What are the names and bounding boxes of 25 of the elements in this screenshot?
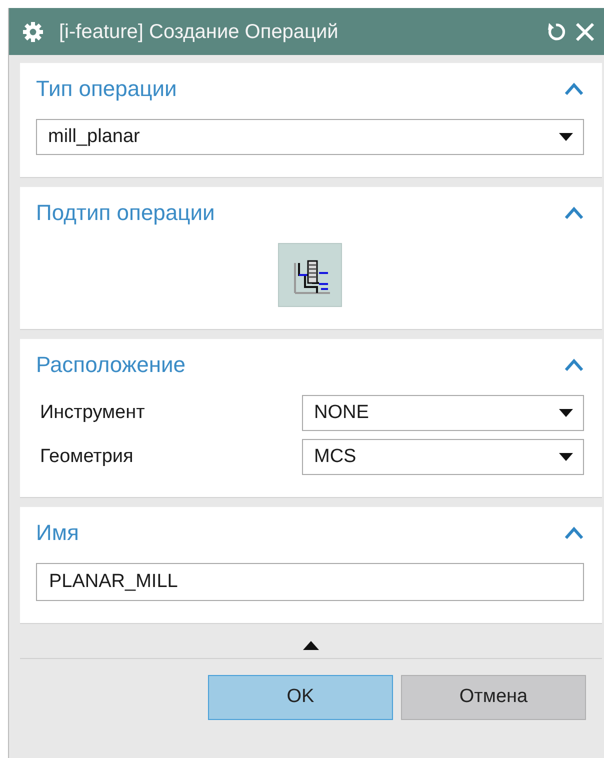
expand-arrow-icon[interactable] [303, 641, 319, 650]
chevron-icon[interactable] [564, 206, 584, 220]
dialog-button[interactable]: OK [208, 675, 393, 720]
section-title[interactable]: Имя [36, 519, 79, 547]
name-field[interactable]: PLANAR_MILL [36, 563, 584, 601]
chevron-icon[interactable] [564, 526, 584, 540]
dropdown-caret-icon[interactable] [559, 453, 573, 461]
field-dropdown[interactable]: MCS [302, 439, 584, 475]
planar-mill-button[interactable] [278, 243, 342, 307]
chevron-icon[interactable] [564, 358, 584, 372]
close-icon[interactable] [574, 20, 596, 42]
dropdown-caret-icon[interactable] [559, 133, 573, 141]
section-title[interactable]: Расположение [36, 351, 186, 379]
field-dropdown[interactable]: NONE [302, 395, 584, 431]
field-label: Геометрия [39, 444, 134, 469]
dropdown-caret-icon[interactable] [559, 409, 573, 417]
section-title[interactable]: Подтип операции [36, 199, 215, 227]
section-title[interactable]: Тип операции [36, 75, 177, 103]
window-title: [i-feature] Создание Операций [59, 20, 340, 44]
chevron-icon[interactable] [564, 82, 584, 96]
dialog-button[interactable]: Отмена [401, 675, 586, 720]
operation-type-dropdown[interactable]: mill_planar [36, 119, 584, 155]
gear-icon[interactable] [23, 22, 43, 42]
field-label: Инструмент [39, 400, 146, 425]
reset-icon[interactable] [546, 22, 566, 42]
